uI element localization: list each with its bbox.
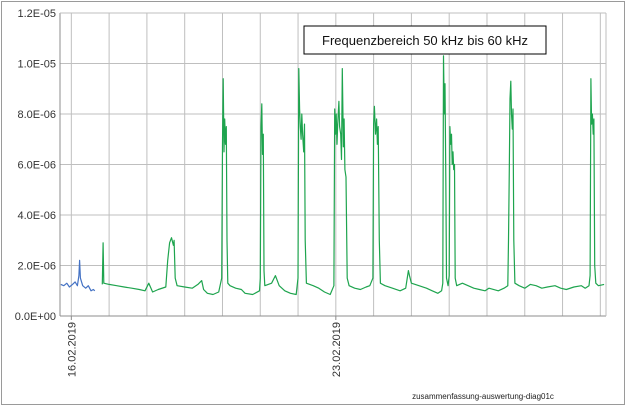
- y-tick-label: 0.0E+00: [15, 311, 56, 323]
- footer-filename: zusammenfassung-auswertung-diag01c: [412, 392, 554, 401]
- y-tick-label: 4.0E-06: [17, 210, 56, 222]
- grid-layer: [60, 12, 606, 317]
- x-tick-label: 23.02.2019: [331, 322, 343, 377]
- y-tick-label: 1.2E-05: [17, 8, 56, 20]
- series-layer: [60, 55, 605, 296]
- chart-svg: 0.0E+00 2.0E-06 4.0E-06 6.0E-06 8.0E-06 1.0E-…: [15, 8, 607, 401]
- y-tick-label: 6.0E-06: [17, 160, 56, 172]
- y-tick-label: 2.0E-06: [17, 261, 56, 273]
- y-tick-label: 1.0E-05: [17, 59, 56, 71]
- annotation-text: Frequenzbereich 50 kHz bis 60 kHz: [322, 33, 528, 48]
- chart-frame: 0.0E+00 2.0E-06 4.0E-06 6.0E-06 8.0E-06 1.0E-…: [1, 1, 625, 405]
- y-tick-label: 8.0E-06: [17, 109, 56, 121]
- annotation-box: Frequenzbereich 50 kHz bis 60 kHz: [303, 25, 547, 55]
- x-tick-label: 16.02.2019: [66, 322, 78, 377]
- series-line-1: [60, 259, 96, 292]
- series-line-2: [101, 55, 605, 296]
